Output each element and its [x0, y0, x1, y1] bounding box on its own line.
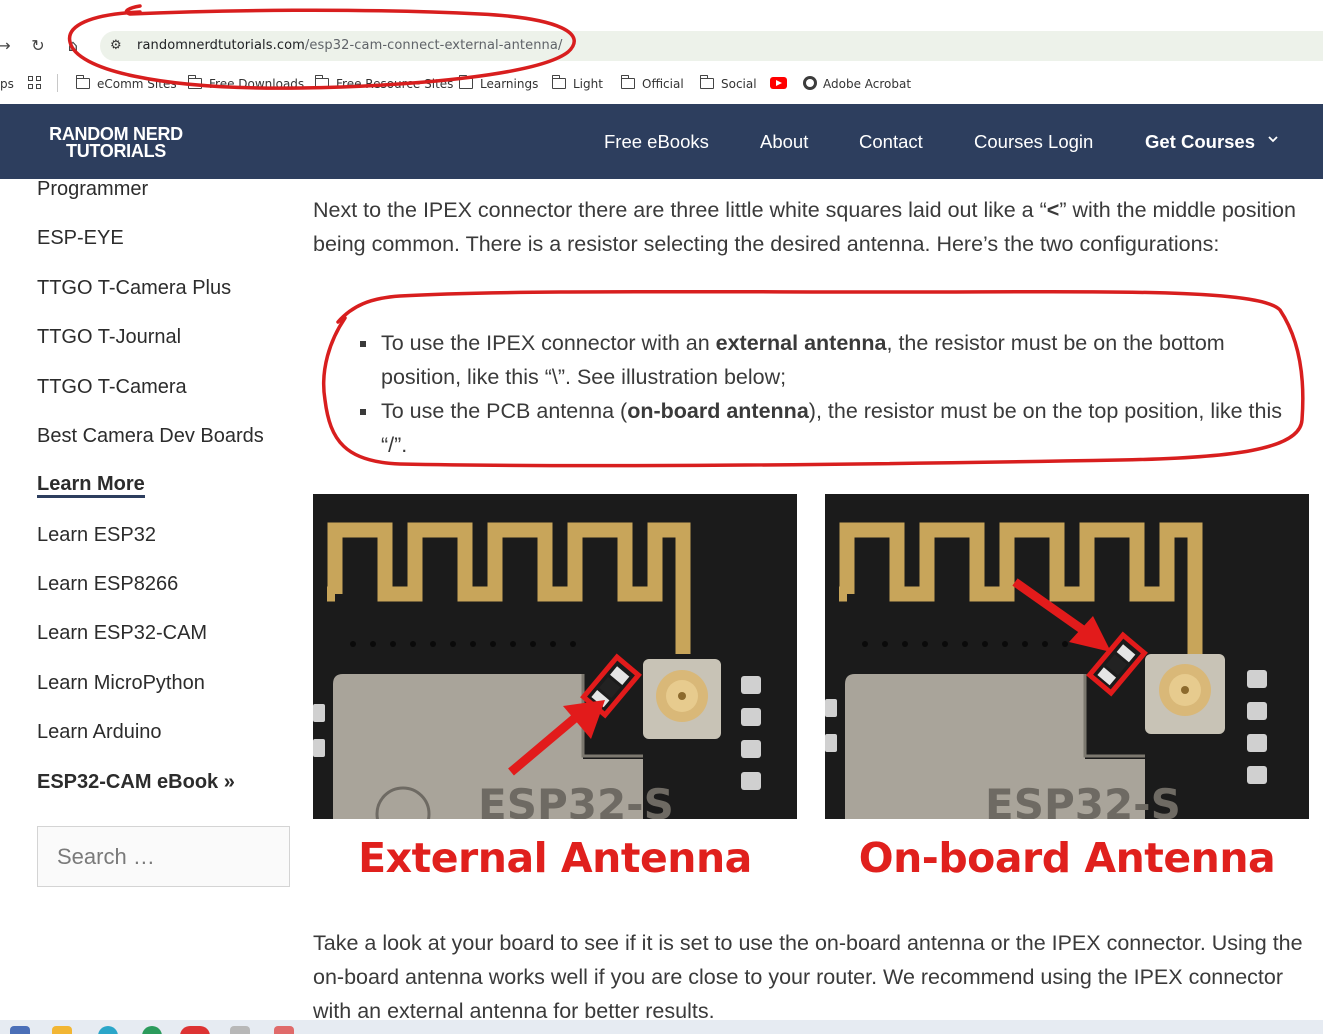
site-info-icon[interactable]: ⚙: [110, 37, 126, 55]
sidebar-item-learn-arduino[interactable]: Learn Arduino: [37, 721, 162, 744]
youtube-icon: [770, 77, 787, 89]
nav-free-ebooks[interactable]: Free eBooks: [604, 131, 709, 153]
bookmark-label: Learnings: [480, 77, 539, 91]
list-item: To use the IPEX connector with an extern…: [360, 326, 1300, 394]
list-item: To use the PCB antenna (on-board antenna…: [360, 394, 1300, 462]
sidebar-item-esp-eye[interactable]: ESP-EYE: [37, 227, 124, 250]
pen-icon[interactable]: [274, 1026, 294, 1034]
file-explorer-icon[interactable]: [10, 1026, 30, 1034]
folder-icon: [620, 75, 635, 89]
bookmark-learnings[interactable]: Learnings: [458, 75, 539, 93]
folder-taskbar-icon[interactable]: [52, 1026, 72, 1034]
intro-symbol: <: [1046, 198, 1060, 222]
folder-icon: [187, 75, 202, 89]
chevron-down-icon[interactable]: [1268, 134, 1278, 144]
outro-paragraph: Take a look at your board to see if it i…: [313, 931, 1303, 1023]
sidebar-item-ttgo-t-camera-plus[interactable]: TTGO T-Camera Plus: [37, 277, 231, 300]
sidebar-item-learn-esp8266[interactable]: Learn ESP8266: [37, 573, 178, 596]
sidebar-item-programmer[interactable]: Programmer: [37, 178, 148, 201]
nav-contact[interactable]: Contact: [859, 131, 923, 153]
nav-about[interactable]: About: [760, 131, 808, 153]
bookmark-divider: [57, 74, 58, 92]
chip-label: ESP32-S: [478, 780, 674, 819]
bookmark-label: eComm Sites: [97, 77, 177, 91]
bookmark-free-resource-sites[interactable]: Free Resource Sites: [314, 75, 454, 93]
chip-label: ESP32-S: [985, 780, 1181, 819]
os-taskbar: [0, 1020, 1323, 1034]
sidebar-item-learn-esp32-cam[interactable]: Learn ESP32-CAM: [37, 622, 207, 645]
learn-more-text: Learn More: [37, 473, 145, 498]
configuration-list: To use the IPEX connector with an extern…: [360, 326, 1300, 462]
reload-icon[interactable]: ↻: [28, 36, 48, 56]
url-text[interactable]: randomnerdtutorials.com/esp32-cam-connec…: [137, 38, 562, 53]
bookmark-label: Free Downloads: [209, 77, 305, 91]
sidebar-item-ttgo-t-journal[interactable]: TTGO T-Journal: [37, 326, 181, 349]
folder-icon: [314, 75, 329, 89]
sidebar-ebook-link[interactable]: ESP32-CAM eBook »: [37, 771, 235, 794]
bookmark-label: Free Resource Sites: [336, 77, 454, 91]
globe-icon: [803, 76, 817, 90]
bullet-bold-text: external antenna: [715, 331, 887, 355]
bookmark-label: Adobe Acrobat: [823, 77, 912, 91]
search-input[interactable]: [39, 828, 288, 885]
bookmark-label: Official: [642, 77, 684, 91]
bookmark-apps-label[interactable]: ps: [0, 75, 14, 93]
sidebar-item-learn-esp32[interactable]: Learn ESP32: [37, 524, 156, 547]
external-antenna-photo: ESP32-S: [313, 494, 797, 819]
folder-icon: [699, 75, 714, 89]
bullet-text: To use the IPEX connector with an: [381, 331, 716, 355]
home-icon[interactable]: ⌂: [63, 36, 83, 56]
chrome-icon[interactable]: [180, 1026, 210, 1034]
bookmark-adobe-acrobat[interactable]: Adobe Acrobat: [803, 75, 911, 93]
sidebar-item-best-camera-dev-boards[interactable]: Best Camera Dev Boards: [37, 425, 264, 448]
bullet-bold-text: on-board antenna: [627, 399, 809, 423]
mail-icon[interactable]: [230, 1026, 250, 1034]
folder-icon: [551, 75, 566, 89]
site-logo[interactable]: RANDOM NERD TUTORIALS: [46, 125, 186, 161]
url-path: /esp32-cam-connect-external-antenna/: [304, 38, 563, 53]
browser-toolbar: → ↻ ⌂ ⚙ randomnerdtutorials.com/esp32-ca…: [0, 0, 1323, 64]
bookmark-social[interactable]: Social: [699, 75, 757, 93]
logo-line-2: TUTORIALS: [66, 141, 166, 161]
sidebar-item-ttgo-t-camera[interactable]: TTGO T-Camera: [37, 376, 187, 399]
caption-external-antenna: External Antenna: [358, 834, 752, 882]
forward-icon[interactable]: →: [0, 36, 14, 56]
folder-icon: [458, 75, 473, 89]
bookmark-ecomm-sites[interactable]: eComm Sites: [75, 75, 177, 93]
bookmark-youtube[interactable]: [770, 75, 787, 93]
bullet-text: To use the PCB antenna (: [381, 399, 628, 423]
caption-onboard-antenna: On-board Antenna: [858, 834, 1276, 882]
bookmark-free-downloads[interactable]: Free Downloads: [187, 75, 305, 93]
learn-more-heading: Learn More: [37, 473, 145, 498]
sidebar-item-learn-micropython[interactable]: Learn MicroPython: [37, 672, 205, 695]
bookmark-light[interactable]: Light: [551, 75, 603, 93]
search-box: [37, 826, 290, 887]
nav-courses-login[interactable]: Courses Login: [974, 131, 1093, 153]
intro-text-start: Next to the IPEX connector there are thr…: [313, 198, 1047, 222]
onboard-antenna-photo: ESP32-S: [825, 494, 1309, 819]
bookmark-official[interactable]: Official: [620, 75, 684, 93]
edge-icon[interactable]: [98, 1026, 118, 1034]
address-bar[interactable]: ⚙ randomnerdtutorials.com/esp32-cam-conn…: [100, 31, 1323, 61]
nav-get-courses[interactable]: Get Courses: [1145, 131, 1255, 153]
intro-paragraph: Next to the IPEX connector there are thr…: [313, 193, 1303, 261]
folder-icon: [75, 75, 90, 89]
apps-grid-icon[interactable]: [28, 76, 42, 90]
bookmark-label: Light: [573, 77, 603, 91]
url-domain: randomnerdtutorials.com: [137, 38, 305, 53]
bookmark-label: Social: [721, 77, 757, 91]
whatsapp-icon[interactable]: [142, 1026, 162, 1034]
